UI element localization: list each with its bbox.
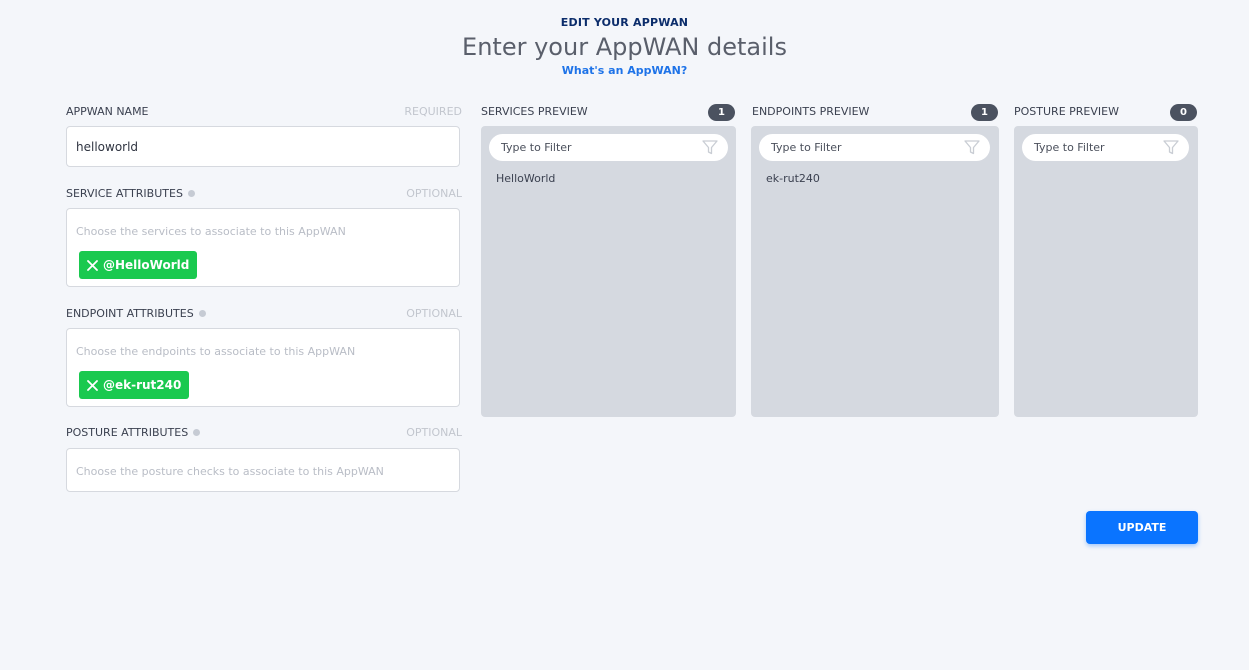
funnel-icon [702,140,718,159]
close-icon[interactable] [87,379,98,391]
filter-placeholder: Type to Filter [771,141,842,154]
endpoints-preview-panel: Type to Filter ek-rut240 [751,126,999,417]
endpoint-attributes-hint: OPTIONAL [406,307,462,320]
services-filter-input[interactable]: Type to Filter [489,134,728,161]
endpoints-preview-item: ek-rut240 [766,172,820,185]
page-subtitle: EDIT YOUR APPWAN [560,16,689,29]
posture-filter-input[interactable]: Type to Filter [1022,134,1189,161]
posture-attributes-label-text: POSTURE ATTRIBUTES [66,426,189,439]
posture-attributes-input[interactable]: Choose the posture checks to associate t… [66,448,460,492]
appwan-name-label: APPWAN NAME [66,105,149,118]
endpoint-attributes-label: ENDPOINT ATTRIBUTES [66,307,206,320]
filter-placeholder: Type to Filter [1034,141,1105,154]
posture-count-badge: 0 [1170,104,1197,121]
services-count-badge: 1 [708,104,735,121]
posture-attributes-placeholder: Choose the posture checks to associate t… [76,465,384,478]
page-title: Enter your AppWAN details [462,33,787,61]
close-icon[interactable] [87,259,98,271]
service-attributes-input[interactable]: Choose the services to associate to this… [66,208,460,287]
info-icon[interactable] [193,428,201,436]
help-link[interactable]: What's an AppWAN? [0,64,1249,77]
service-attributes-placeholder: Choose the services to associate to this… [76,225,346,238]
posture-preview-panel: Type to Filter [1014,126,1198,417]
update-button[interactable]: UPDATE [1086,511,1198,544]
appwan-name-value: helloworld [76,140,139,154]
posture-attributes-label: POSTURE ATTRIBUTES [66,426,201,439]
posture-preview-label: POSTURE PREVIEW [1014,105,1119,118]
endpoint-attribute-chip[interactable]: @ek-rut240 [79,371,190,399]
appwan-name-hint: REQUIRED [404,105,462,118]
service-attributes-hint: OPTIONAL [406,187,462,200]
appwan-name-input[interactable]: helloworld [66,126,460,167]
endpoints-preview-label: ENDPOINTS PREVIEW [752,105,870,118]
endpoint-attributes-label-text: ENDPOINT ATTRIBUTES [66,307,194,320]
info-icon[interactable] [187,189,195,197]
services-preview-label: SERVICES PREVIEW [481,105,588,118]
chip-label: @ek-rut240 [103,378,182,392]
services-preview-panel: Type to Filter HelloWorld [481,126,736,417]
funnel-icon [964,140,980,159]
endpoints-count-badge: 1 [971,104,998,121]
service-attribute-chip[interactable]: @HelloWorld [79,251,198,279]
services-preview-item: HelloWorld [496,172,556,185]
filter-placeholder: Type to Filter [501,141,572,154]
service-attributes-label-text: SERVICE ATTRIBUTES [66,187,183,200]
info-icon[interactable] [198,309,206,317]
endpoints-filter-input[interactable]: Type to Filter [759,134,990,161]
posture-attributes-hint: OPTIONAL [406,426,462,439]
chip-label: @HelloWorld [103,258,190,272]
service-attributes-label: SERVICE ATTRIBUTES [66,187,195,200]
funnel-icon [1163,140,1179,159]
endpoint-attributes-input[interactable]: Choose the endpoints to associate to thi… [66,328,460,407]
endpoint-attributes-placeholder: Choose the endpoints to associate to thi… [76,345,356,358]
